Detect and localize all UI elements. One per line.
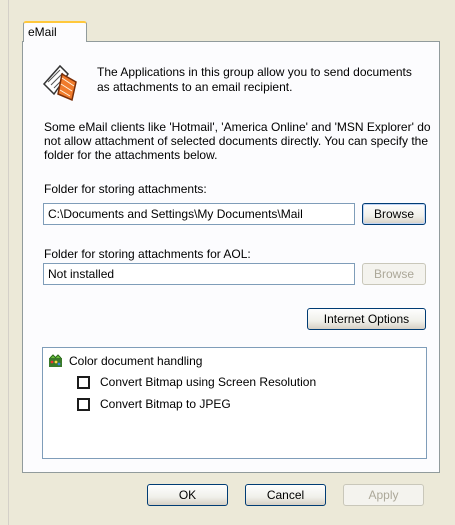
color-document-icon xyxy=(49,354,62,367)
window-left-edge xyxy=(0,0,9,525)
screen-resolution-label: Convert Bitmap using Screen Resolution xyxy=(100,375,317,389)
aol-browse-button[interactable]: Browse xyxy=(362,263,426,285)
jpeg-checkbox[interactable] xyxy=(77,397,90,411)
attachments-browse-button[interactable]: Browse xyxy=(362,203,426,225)
aol-folder-field[interactable]: Not installed xyxy=(43,263,355,285)
email-applications-icon xyxy=(42,64,77,102)
option-screen-resolution[interactable]: Convert Bitmap using Screen Resolution xyxy=(77,375,316,389)
note-text: Some eMail clients like 'Hotmail', 'Amer… xyxy=(44,120,431,162)
jpeg-label: Convert Bitmap to JPEG xyxy=(100,397,231,411)
screen-resolution-checkbox[interactable] xyxy=(77,375,90,389)
cancel-button[interactable]: Cancel xyxy=(245,484,326,506)
attachments-folder-label: Folder for storing attachments: xyxy=(44,182,207,196)
internet-options-button[interactable]: Internet Options xyxy=(307,308,426,330)
color-group-label: Color document handling xyxy=(69,354,203,368)
tab-email[interactable]: eMail xyxy=(23,21,87,42)
option-jpeg[interactable]: Convert Bitmap to JPEG xyxy=(77,397,231,411)
tab-email-label: eMail xyxy=(28,25,57,39)
intro-text: The Applications in this group allow you… xyxy=(97,65,412,94)
email-properties-dialog: eMail The Applications in this group all… xyxy=(0,0,455,525)
apply-button[interactable]: Apply xyxy=(343,484,424,506)
color-document-list[interactable]: Color document handling Convert Bitmap u… xyxy=(42,347,427,459)
ok-button[interactable]: OK xyxy=(147,484,228,506)
aol-folder-label: Folder for storing attachments for AOL: xyxy=(44,247,251,261)
attachments-folder-field[interactable]: C:\Documents and Settings\My Documents\M… xyxy=(43,203,355,225)
